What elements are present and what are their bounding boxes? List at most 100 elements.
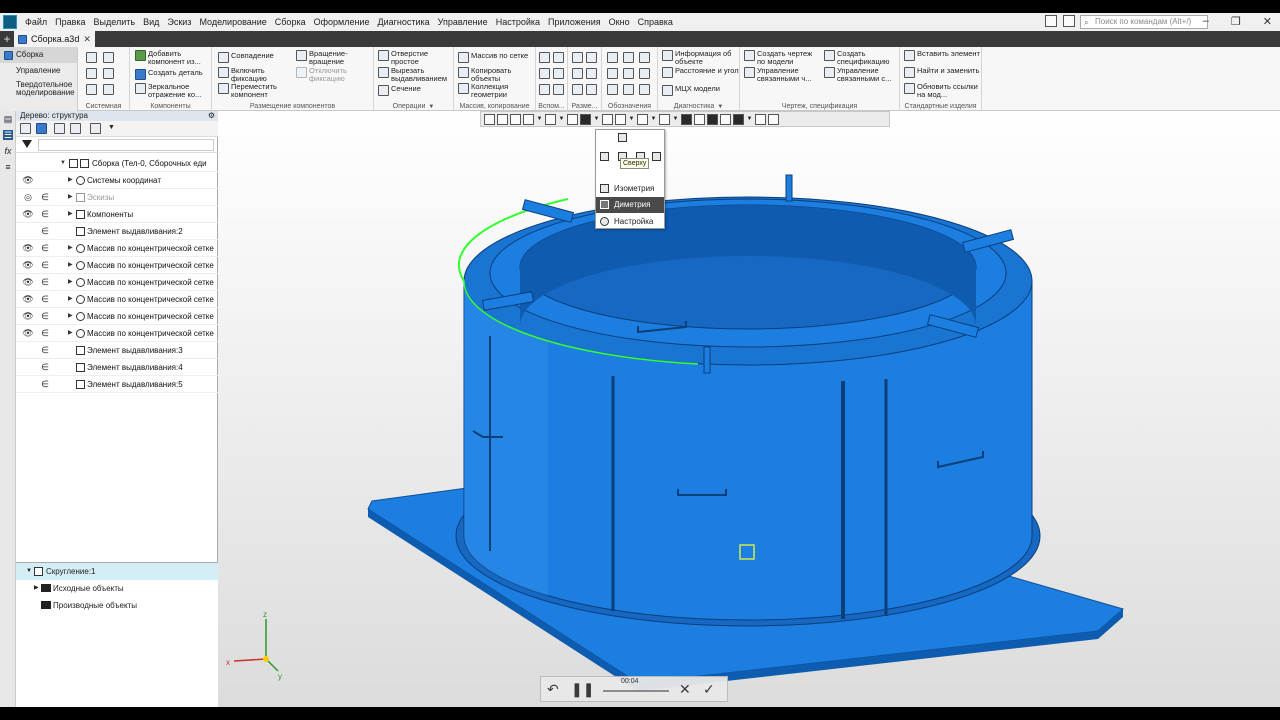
leader-icon[interactable]	[623, 52, 634, 63]
camera-icon[interactable]	[1063, 15, 1075, 27]
geometry-collection-button[interactable]: Коллекция геометрии	[458, 83, 536, 98]
update-model-links-button[interactable]: Обновить ссылки на мод...	[904, 83, 982, 98]
table-icon[interactable]	[639, 84, 650, 95]
menu-modeling[interactable]: Моделирование	[195, 17, 270, 27]
tree-item-assembly[interactable]: ▼ Сборка (Тел-0, Сборочных еди	[16, 155, 218, 172]
tree-item-extrude-3[interactable]: ∈ Элемент выдавливания:3	[16, 342, 218, 359]
save-icon[interactable]	[103, 68, 114, 79]
eye-icon[interactable]: 👁	[22, 206, 34, 222]
weld-icon[interactable]	[639, 68, 650, 79]
create-drawing-button[interactable]: Создать чертеж по модели	[744, 50, 820, 65]
relation-item-derived[interactable]: Производные объекты	[16, 597, 218, 614]
coincidence-button[interactable]: Совпадение	[218, 52, 290, 63]
chevron-down-icon[interactable]: ▼	[558, 114, 565, 125]
tree-item-components[interactable]: 👁 ∈ ▶ Компоненты	[16, 206, 218, 223]
visibility-icon[interactable]	[637, 113, 648, 125]
chevron-down-icon[interactable]: ▼	[650, 114, 657, 125]
include-icon[interactable]: ∈	[40, 257, 50, 273]
object-info-button[interactable]: Информация об объекте	[662, 50, 740, 65]
distance-angle-button[interactable]: Расстояние и угол	[662, 67, 740, 78]
aux-curve-icon[interactable]	[539, 84, 550, 95]
tree-item-sketches[interactable]: ◎ ∈ ▶ Эскизы	[16, 189, 218, 206]
view-back-icon[interactable]	[652, 152, 661, 161]
layers-icon[interactable]: ≡	[3, 162, 13, 172]
roughness-icon[interactable]	[607, 52, 618, 63]
simple-hole-button[interactable]: Отверстие простое	[378, 50, 452, 65]
structure-view-icon[interactable]	[36, 123, 47, 134]
include-icon[interactable]: ∈	[40, 308, 50, 324]
orientation-settings[interactable]: Настройка	[596, 214, 664, 230]
variables-fx-icon[interactable]: fx	[3, 146, 13, 156]
chevron-down-icon[interactable]: ▼	[628, 114, 635, 125]
new-file-icon[interactable]	[86, 52, 97, 63]
tree-item-extrude-2[interactable]: ∈ Элемент выдавливания:2	[16, 223, 218, 240]
include-icon[interactable]: ∈	[40, 189, 50, 205]
menu-applications[interactable]: Приложения	[544, 17, 605, 27]
menu-diagnostics[interactable]: Диагностика	[373, 17, 433, 27]
section-view-icon[interactable]	[523, 113, 534, 125]
include-icon[interactable]: ∈	[40, 342, 50, 358]
move-component-button[interactable]: Переместить компонент	[218, 83, 290, 98]
command-search-input[interactable]: ⌕ Поиск по командам (Alt+/)	[1080, 15, 1208, 29]
tree-item-array-5[interactable]: 👁 ∈ ▶ Массив по концентрической сетке	[16, 308, 218, 325]
mark-icon[interactable]	[607, 84, 618, 95]
menu-select[interactable]: Выделить	[90, 17, 140, 27]
mass-properties-button[interactable]: МЦХ модели	[662, 85, 740, 96]
copy-objects-button[interactable]: Копировать объекты	[458, 67, 536, 82]
text-icon[interactable]	[623, 84, 634, 95]
orientation-isometric[interactable]: Изометрия	[596, 181, 664, 197]
include-icon[interactable]: ∈	[40, 223, 50, 239]
expand-icon[interactable]: ▶	[68, 189, 74, 205]
radial-dim-icon[interactable]	[572, 68, 583, 79]
playback-track[interactable]	[603, 690, 669, 692]
restore-icon[interactable]: ❐	[1231, 15, 1241, 28]
insert-element-button[interactable]: Вставить элемент	[904, 50, 980, 61]
perspective-icon[interactable]	[681, 113, 692, 125]
expand-icon[interactable]: ▶	[68, 325, 74, 341]
linear-dim-icon[interactable]	[572, 52, 583, 63]
view-plane-icon[interactable]	[497, 113, 508, 125]
eye-icon[interactable]: 👁	[22, 308, 34, 324]
aux-point-icon[interactable]	[539, 68, 550, 79]
filter-icon[interactable]	[22, 140, 32, 148]
confirm-icon[interactable]: ✓	[703, 681, 715, 698]
panels-toggle-icon[interactable]	[1045, 15, 1057, 27]
relation-item-source[interactable]: ▶ Исходные объекты	[16, 580, 218, 597]
expand-icon[interactable]: ▶	[68, 240, 74, 256]
menu-drafting[interactable]: Оформление	[310, 17, 374, 27]
orientation-icon[interactable]	[580, 113, 591, 125]
select-icon[interactable]	[755, 113, 766, 125]
angular-dim-icon[interactable]	[586, 52, 597, 63]
eye-icon[interactable]: 👁	[22, 172, 34, 188]
expand-icon[interactable]: ▶	[68, 274, 74, 290]
chamfer-dim-icon[interactable]	[586, 84, 597, 95]
eye-icon[interactable]: 👁	[22, 240, 34, 256]
display-mode-icon[interactable]	[602, 113, 613, 125]
print-icon[interactable]	[86, 68, 97, 79]
menu-edit[interactable]: Правка	[51, 17, 89, 27]
close-tab-icon[interactable]: ✕	[83, 34, 91, 45]
filter-icon[interactable]	[733, 113, 744, 125]
view-left-icon[interactable]	[600, 152, 609, 161]
close-icon[interactable]: ✕	[1263, 15, 1272, 28]
tree-item-array-1[interactable]: 👁 ∈ ▶ Массив по концентрической сетке	[16, 240, 218, 257]
mode-management[interactable]: Управление	[0, 63, 77, 79]
bodies-view-icon[interactable]	[70, 123, 81, 134]
view-top-icon[interactable]	[618, 133, 627, 142]
expand-icon[interactable]: ▶	[68, 257, 74, 273]
tree-item-extrude-5[interactable]: ∈ Элемент выдавливания:5	[16, 376, 218, 393]
manage-linked-drawings-button[interactable]: Управление связанными ч...	[744, 67, 820, 82]
tree-view-icon[interactable]	[20, 123, 31, 134]
chevron-down-icon[interactable]: ▼	[593, 114, 600, 125]
document-tab[interactable]: Сборка.a3d ✕	[14, 31, 95, 47]
mode-assembly[interactable]: Сборка	[0, 47, 77, 63]
include-icon[interactable]: ∈	[40, 291, 50, 307]
expand-icon[interactable]: ▶	[68, 291, 74, 307]
chevron-down-icon[interactable]: ▼	[746, 114, 753, 125]
cube-icon[interactable]	[707, 113, 718, 125]
collapse-icon[interactable]: ▼	[26, 563, 32, 580]
rotation-rotation-button[interactable]: Вращение-вращение	[296, 50, 368, 65]
pen-icon[interactable]	[768, 113, 779, 125]
base-icon[interactable]	[639, 52, 650, 63]
eye-icon[interactable]: 👁	[22, 274, 34, 290]
